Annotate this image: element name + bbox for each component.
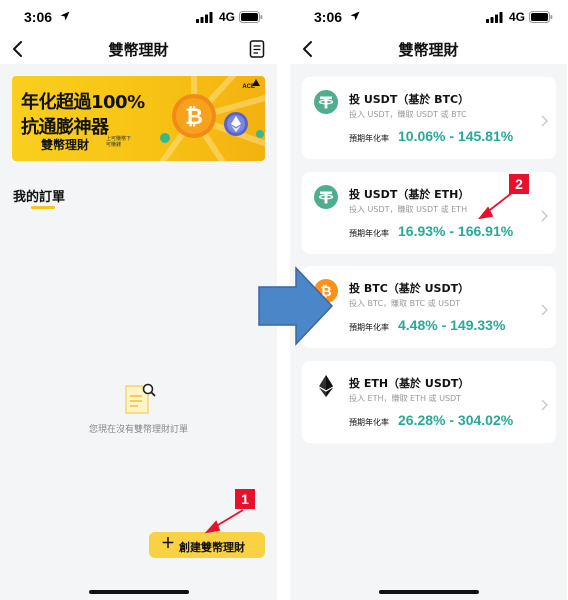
svg-text:₿: ₿ bbox=[185, 105, 203, 130]
product-subtitle: 投入 USDT，賺取 USDT 或 BTC bbox=[349, 110, 467, 119]
left-phone-screen: 3:06 4G 雙幣理財 年化超過100% 抗通膨神器 雙幣理財 上可賺幣下可賺… bbox=[0, 0, 277, 600]
my-orders-title: 我的訂單 bbox=[13, 190, 66, 205]
promo-banner[interactable]: 年化超過100% 抗通膨神器 雙幣理財 上可賺幣下可賺錢 ₿ ACE bbox=[12, 76, 265, 161]
banner-headline-1: 年化超過100% bbox=[21, 92, 145, 113]
right-phone-screen: 3:06 4G 雙幣理財 投 USDT（基於 BTC） 投入 USDT，賺取 U… bbox=[290, 0, 567, 600]
product-title: 投 USDT（基於 BTC） bbox=[349, 93, 470, 106]
location-arrow-icon bbox=[350, 11, 360, 21]
product-subtitle: 投入 ETH，賺取 ETH 或 USDT bbox=[349, 394, 462, 403]
page-title: 雙幣理財 bbox=[398, 41, 459, 59]
cellular-signal-icon bbox=[196, 12, 213, 23]
rate-range: 4.48% - 149.33% bbox=[398, 317, 506, 333]
empty-document-search-icon bbox=[125, 383, 156, 414]
tether-icon bbox=[314, 90, 338, 114]
step-marker-1: 1 bbox=[235, 489, 255, 509]
rate-label: 預期年化率 bbox=[349, 229, 389, 238]
product-card-btc-usdt[interactable]: ₿ 投 BTC（基於 USDT） 投入 BTC，賺取 BTC 或 USDT 預期… bbox=[302, 266, 556, 348]
product-title: 投 USDT（基於 ETH） bbox=[349, 188, 470, 201]
banner-brand-logo: ACE bbox=[242, 84, 255, 90]
rate-range: 16.93% - 166.91% bbox=[398, 223, 514, 239]
product-title: 投 ETH（基於 USDT） bbox=[349, 377, 470, 390]
banner-subline: 雙幣理財 bbox=[41, 138, 90, 152]
product-subtitle: 投入 BTC，賺取 BTC 或 USDT bbox=[349, 299, 461, 308]
rate-label: 預期年化率 bbox=[349, 134, 389, 143]
battery-icon bbox=[529, 11, 553, 23]
status-time: 3:06 bbox=[24, 9, 53, 25]
tether-icon bbox=[314, 185, 338, 209]
bitcoin-icon: ₿ bbox=[314, 279, 338, 303]
plus-icon: ＋ bbox=[161, 536, 175, 552]
battery-icon bbox=[239, 11, 263, 23]
home-indicator[interactable] bbox=[379, 590, 479, 594]
chevron-right-icon bbox=[541, 210, 548, 222]
product-title: 投 BTC（基於 USDT） bbox=[349, 282, 470, 295]
rate-label: 預期年化率 bbox=[349, 323, 389, 332]
product-subtitle: 投入 USDT，賺取 USDT 或 ETH bbox=[349, 205, 468, 214]
svg-text:₿: ₿ bbox=[320, 284, 331, 300]
create-dual-currency-button[interactable]: ＋ 創建雙幣理財 bbox=[149, 532, 265, 558]
ethereum-icon bbox=[319, 375, 333, 397]
status-time: 3:06 bbox=[314, 9, 343, 25]
status-bar: 3:06 4G bbox=[0, 0, 277, 34]
chevron-right-icon bbox=[541, 304, 548, 316]
product-card-usdt-btc[interactable]: 投 USDT（基於 BTC） 投入 USDT，賺取 USDT 或 BTC 預期年… bbox=[302, 77, 556, 159]
home-indicator[interactable] bbox=[89, 590, 189, 594]
product-card-eth-usdt[interactable]: 投 ETH（基於 USDT） 投入 ETH，賺取 ETH 或 USDT 預期年化… bbox=[302, 361, 556, 443]
rate-range: 26.28% - 304.02% bbox=[398, 412, 514, 428]
location-arrow-icon bbox=[60, 11, 70, 21]
network-type: 4G bbox=[218, 10, 235, 24]
section-tab-indicator bbox=[31, 206, 55, 209]
page-title: 雙幣理財 bbox=[108, 41, 169, 59]
step-marker-2: 2 bbox=[509, 174, 529, 194]
banner-fine-print: 上可賺幣下可賺錢 bbox=[106, 136, 132, 148]
empty-orders-message: 您現在沒有雙幣理財訂單 bbox=[88, 425, 188, 435]
cellular-signal-icon bbox=[486, 12, 503, 23]
chevron-right-icon bbox=[541, 115, 548, 127]
document-list-icon[interactable] bbox=[249, 40, 265, 58]
rate-label: 預期年化率 bbox=[349, 418, 389, 427]
status-bar: 3:06 4G bbox=[290, 0, 567, 34]
create-button-label: 創建雙幣理財 bbox=[179, 541, 245, 554]
tutorial-canvas: 3:06 4G 雙幣理財 年化超過100% 抗通膨神器 雙幣理財 上可賺幣下可賺… bbox=[0, 0, 568, 600]
network-type: 4G bbox=[508, 10, 525, 24]
nav-bar: 雙幣理財 bbox=[290, 34, 567, 64]
nav-bar: 雙幣理財 bbox=[0, 34, 277, 64]
chevron-right-icon bbox=[541, 399, 548, 411]
rate-range: 10.06% - 145.81% bbox=[398, 128, 514, 144]
